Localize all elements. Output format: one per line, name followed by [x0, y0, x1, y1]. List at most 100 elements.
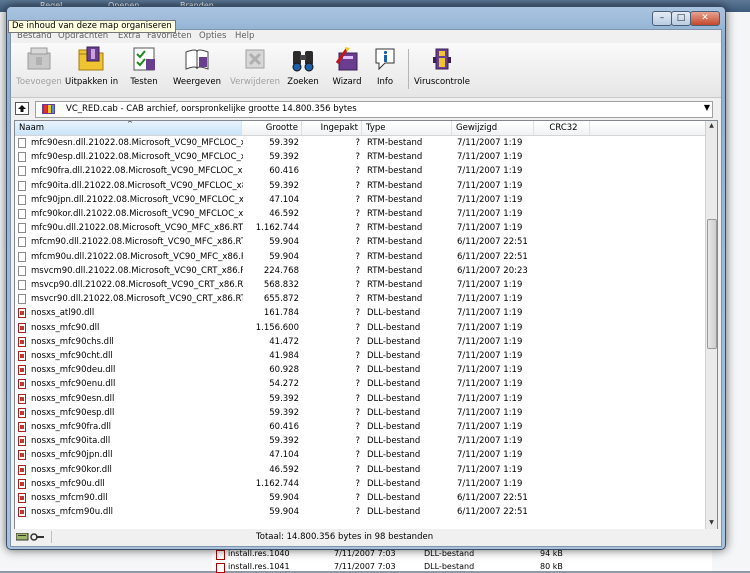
toolbar-zoeken-button[interactable]: Zoeken [283, 45, 323, 93]
close-button[interactable]: ✕ [690, 11, 720, 26]
file-row[interactable]: nosxs_mfc90u.dll 1.162.744? DLL-bestand 7/1… [15, 477, 705, 491]
file-modified: 7/11/2007 1:19 [457, 478, 523, 489]
file-row[interactable]: nosxs_mfc90esn.dll 59.392? DLL-bestand 7/11… [15, 392, 705, 406]
file-row[interactable]: msvcp90.dll.21022.08.Microsoft_VC90_CRT_… [15, 278, 705, 292]
file-row[interactable]: mfc90u.dll.21022.08.Microsoft_VC90_MFC_x… [15, 221, 705, 235]
scrollbar-thumb[interactable] [707, 219, 717, 349]
file-row[interactable]: nosxs_mfc90cht.dll 41.984? DLL-bestand 7/11… [15, 349, 705, 363]
dll-file-icon [18, 436, 26, 447]
toolbar-testen-button[interactable]: Testen [123, 45, 165, 93]
file-name: nosxs_mfcm90u.dll [31, 507, 113, 518]
file-type: RTM-bestand [367, 194, 423, 205]
maximize-button[interactable]: □ [671, 11, 691, 26]
file-packed: ? [355, 251, 360, 262]
file-name: nosxs_mfc90jpn.dll [31, 450, 113, 461]
file-row[interactable]: nosxs_mfc90fra.dll 60.416? DLL-bestand 7/11… [15, 420, 705, 434]
file-packed: ? [355, 478, 360, 489]
toolbar-info-button[interactable]: Info [371, 45, 399, 93]
file-size: 59.392 [269, 180, 299, 191]
column-naam[interactable]: Naam ^ [15, 121, 242, 135]
file-size: 47.104 [269, 194, 299, 205]
background-file-name: install.res.1041 [228, 562, 290, 571]
wizard-icon [333, 45, 361, 73]
file-name: mfcm90u.dll.21022.08.Microsoft_VC90_MFC_… [31, 251, 243, 262]
file-row[interactable]: nosxs_mfc90ita.dll 59.392? DLL-bestand 7/11… [15, 434, 705, 448]
dll-file-icon [18, 464, 26, 475]
dll-file-icon [216, 563, 225, 573]
column-type[interactable]: Type [362, 121, 452, 135]
toolbar-uitpakken-button[interactable]: Uitpakken in [65, 45, 118, 93]
file-packed: ? [355, 223, 360, 234]
file-packed: ? [355, 336, 360, 347]
file-row[interactable]: mfc90esn.dll.21022.08.Microsoft_VC90_MFC… [15, 136, 705, 150]
file-row[interactable]: nosxs_mfc90esp.dll 59.392? DLL-bestand 7/11… [15, 406, 705, 420]
sort-arrow-icon: ^ [127, 120, 133, 128]
up-folder-button[interactable] [15, 102, 29, 115]
file-row[interactable]: nosxs_mfc90.dll 1.156.600? DLL-bestand 7/11… [15, 321, 705, 335]
minimize-button[interactable]: – [652, 11, 672, 26]
file-type: DLL-bestand [367, 308, 421, 319]
vertical-scrollbar[interactable]: ▲ ▼ [705, 121, 717, 529]
file-row[interactable]: nosxs_mfcm90u.dll 59.904? DLL-bestand 6/11/… [15, 505, 705, 519]
toolbar-verwijderen-button[interactable]: Verwijderen [229, 45, 281, 93]
file-row[interactable]: nosxs_mfc90enu.dll 54.272? DLL-bestand 7/11… [15, 377, 705, 391]
file-type: DLL-bestand [367, 365, 421, 376]
file-packed: ? [355, 308, 360, 319]
file-row[interactable]: nosxs_mfc90deu.dll 60.928? DLL-bestand 7/11… [15, 363, 705, 377]
file-packed: ? [355, 493, 360, 503]
status-divider [51, 531, 52, 543]
column-gewijzigd[interactable]: Gewijzigd [452, 121, 534, 135]
menu-help[interactable]: Help [235, 31, 254, 41]
file-row[interactable]: msvcm90.dll.21022.08.Microsoft_VC90_CRT_… [15, 264, 705, 278]
file-row[interactable]: msvcr90.dll.21022.08.Microsoft_VC90_CRT_… [15, 292, 705, 306]
file-name: mfc90jpn.dll.21022.08.Microsoft_VC90_MFC… [31, 194, 243, 205]
file-row[interactable]: mfc90kor.dll.21022.08.Microsoft_VC90_MFC… [15, 207, 705, 221]
scroll-up-icon[interactable]: ▲ [707, 122, 716, 131]
file-row[interactable]: nosxs_mfc90kor.dll 46.592? DLL-bestand 7/11… [15, 463, 705, 477]
toolbar-label: Zoeken [287, 77, 319, 87]
toolbar-viruscontrole-button[interactable]: Viruscontrole [413, 45, 471, 93]
file-packed: ? [355, 280, 360, 290]
title-bar[interactable]: De inhoud van deze map organiseren – □ ✕ [7, 7, 725, 33]
file-row[interactable]: nosxs_atl90.dll 161.784? DLL-bestand 7/11/2… [15, 306, 705, 320]
file-packed: ? [355, 422, 360, 432]
toolbar-weergeven-button[interactable]: Weergeven [171, 45, 223, 93]
file-row[interactable]: mfc90esp.dll.21022.08.Microsoft_VC90_MFC… [15, 150, 705, 164]
column-label: Grootte [265, 123, 298, 133]
file-packed: ? [355, 464, 360, 475]
file-row[interactable]: nosxs_mfc90jpn.dll 47.104? DLL-bestand 7/11… [15, 448, 705, 462]
toolbar-toevoegen-button[interactable]: Toevoegen [15, 45, 63, 93]
file-name: mfcm90.dll.21022.08.Microsoft_VC90_MFC_x… [31, 237, 243, 248]
toolbar: Toevoegen Uitpakken in Testen Weergeven [11, 43, 721, 98]
dll-file-icon [18, 322, 26, 333]
file-type: DLL-bestand [367, 351, 421, 361]
file-type: DLL-bestand [367, 322, 421, 333]
file-row[interactable]: mfcm90u.dll.21022.08.Microsoft_VC90_MFC_… [15, 250, 705, 264]
file-packed: ? [355, 138, 360, 148]
file-size: 46.592 [269, 209, 299, 219]
column-ingepakt[interactable]: Ingepakt [302, 121, 362, 135]
toolbar-wizard-button[interactable]: Wizard [327, 45, 367, 93]
up-arrow-icon [16, 103, 28, 114]
file-row[interactable]: mfc90jpn.dll.21022.08.Microsoft_VC90_MFC… [15, 193, 705, 207]
address-dropdown-button[interactable]: ▼ [704, 103, 710, 112]
file-modified: 6/11/2007 22:51 [457, 237, 528, 248]
file-row[interactable]: nosxs_mfc90chs.dll 41.472? DLL-bestand 7/11… [15, 335, 705, 349]
file-size: 655.872 [263, 294, 299, 305]
file-row[interactable]: mfc90fra.dll.21022.08.Microsoft_VC90_MFC… [15, 164, 705, 178]
address-field[interactable]: VC_RED.cab - CAB archief, oorspronkelijk… [35, 101, 713, 118]
file-type: DLL-bestand [367, 407, 421, 418]
dll-file-icon [18, 507, 26, 518]
menu-opties[interactable]: Opties [199, 31, 226, 41]
client-area: Bestand Opdrachten Extra Favorieten Opti… [10, 29, 722, 547]
column-grootte[interactable]: Grootte [242, 121, 302, 135]
file-row[interactable]: nosxs_mfcm90.dll 59.904? DLL-bestand 6/11/2… [15, 491, 705, 505]
file-modified: 7/11/2007 1:19 [457, 194, 523, 205]
file-row[interactable]: mfc90ita.dll.21022.08.Microsoft_VC90_MFC… [15, 179, 705, 193]
dll-file-icon [18, 336, 26, 347]
file-type: RTM-bestand [367, 223, 423, 234]
file-row[interactable]: mfcm90.dll.21022.08.Microsoft_VC90_MFC_x… [15, 235, 705, 249]
scroll-down-icon[interactable]: ▼ [707, 519, 716, 528]
column-crc32[interactable]: CRC32 [534, 121, 590, 135]
background-list-item[interactable]: install.res.1041 7/11/2007 7:03 DLL-best… [212, 561, 712, 573]
